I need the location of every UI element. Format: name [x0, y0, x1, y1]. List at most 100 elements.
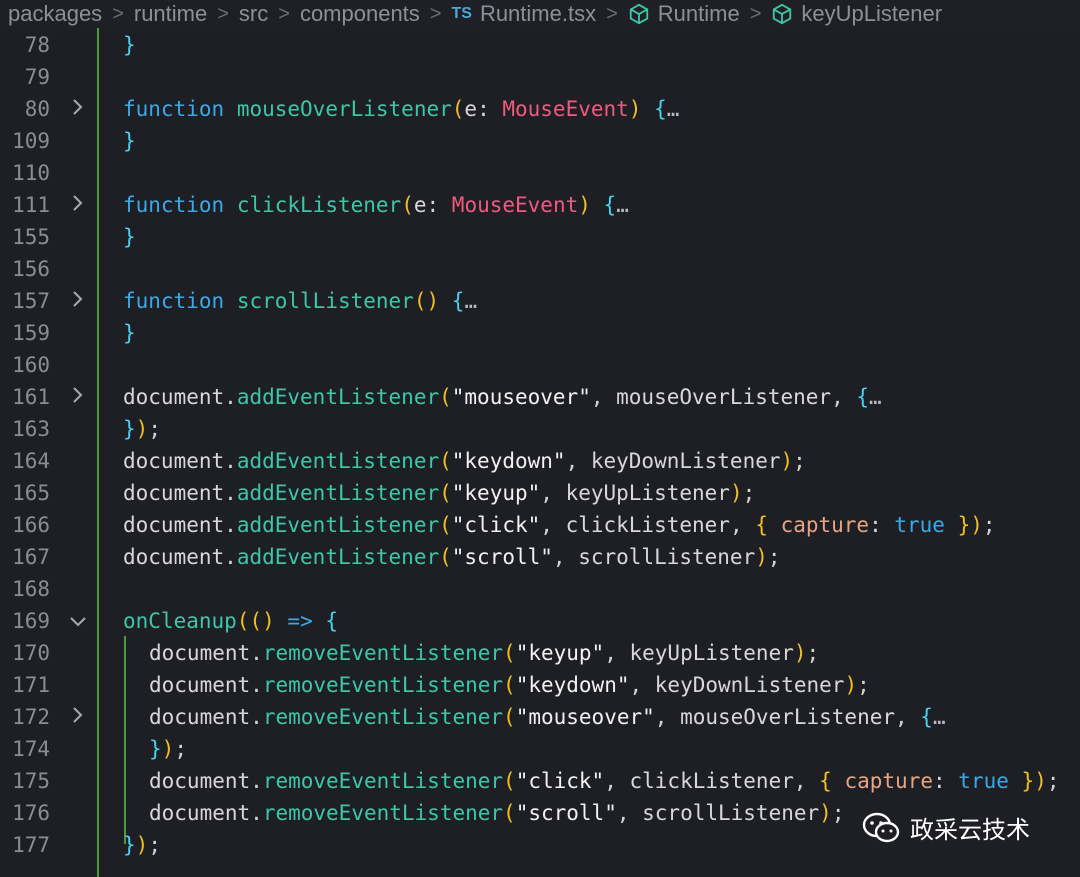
cube-icon	[773, 3, 792, 25]
code-line[interactable]: 165 document.addEventListener("keyup", ke…	[0, 477, 1080, 509]
code-text: onCleanup(() => {	[123, 609, 339, 633]
code-line[interactable]: 167 document.addEventListener("scroll", s…	[0, 541, 1080, 573]
line-number: 177	[12, 833, 50, 857]
line-number: 155	[12, 225, 50, 249]
code-line[interactable]: 109}	[0, 125, 1080, 157]
chevron-right-icon: >	[217, 2, 229, 25]
typescript-file-icon: TS	[451, 5, 472, 22]
chevron-right-icon: >	[429, 2, 442, 25]
code-line[interactable]: 168	[0, 573, 1080, 605]
code-line[interactable]: 169 onCleanup(() => {	[0, 605, 1080, 637]
watermark: 政采云技术	[862, 810, 1030, 845]
code-text: document.removeEventListener("mouseover"…	[149, 705, 946, 729]
code-line[interactable]: 159}	[0, 317, 1080, 349]
line-number: 80	[24, 97, 50, 121]
code-text: }	[123, 321, 136, 345]
code-line[interactable]: 110	[0, 157, 1080, 189]
code-line[interactable]: 157 function scrollListener() {…	[0, 285, 1080, 317]
breadcrumb-symbol-label: Runtime	[657, 1, 740, 26]
code-line[interactable]: 160	[0, 349, 1080, 381]
line-number: 159	[12, 321, 50, 345]
fold-collapsed-icon[interactable]	[68, 705, 88, 729]
fold-collapsed-icon[interactable]	[68, 97, 88, 121]
line-number: 111	[12, 193, 50, 217]
line-number: 175	[12, 769, 50, 793]
chevron-right-icon: >	[606, 2, 618, 25]
code-text: });	[149, 737, 187, 761]
line-number: 171	[12, 673, 50, 697]
watermark-label: 政采云技术	[910, 816, 1030, 844]
breadcrumb-item-symbol-runtime[interactable]: Runtime	[628, 1, 740, 27]
code-line[interactable]: 164 document.addEventListener("keydown", …	[0, 445, 1080, 477]
code-text: }	[123, 129, 136, 153]
code-text: document.removeEventListener("click", cl…	[149, 769, 1060, 793]
breadcrumb-item-packages[interactable]: packages	[0, 1, 102, 27]
line-number: 79	[24, 65, 50, 89]
chevron-right-icon: >	[278, 2, 290, 25]
line-number: 157	[12, 289, 50, 313]
code-text: function mouseOverListener(e: MouseEvent…	[123, 97, 680, 121]
breadcrumb-item-file[interactable]: TS Runtime.tsx	[451, 1, 596, 27]
cube-icon	[629, 3, 648, 25]
line-number: 166	[12, 513, 50, 537]
breadcrumb-item-components[interactable]: components	[300, 1, 420, 27]
line-number: 176	[12, 801, 50, 825]
line-number: 156	[12, 257, 50, 281]
line-number: 164	[12, 449, 50, 473]
line-number: 172	[12, 705, 50, 729]
code-line[interactable]: 174});	[0, 733, 1080, 765]
line-number: 165	[12, 481, 50, 505]
code-line[interactable]: 163});	[0, 413, 1080, 445]
breadcrumb-symbol-label: keyUpListener	[801, 1, 943, 26]
fold-collapsed-icon[interactable]	[68, 385, 88, 409]
line-number: 170	[12, 641, 50, 665]
code-line[interactable]: 170 document.removeEventListener("keyup",…	[0, 637, 1080, 669]
code-text: document.addEventListener("mouseover", m…	[123, 385, 882, 409]
code-text: });	[123, 417, 161, 441]
line-number: 78	[24, 33, 50, 57]
fold-collapsed-icon[interactable]	[68, 193, 88, 217]
code-text: document.addEventListener("scroll", scro…	[123, 545, 781, 569]
code-line[interactable]: 175 document.removeEventListener("click",…	[0, 765, 1080, 797]
breadcrumb: packages > runtime > src > components > …	[0, 0, 1080, 28]
code-text: }	[123, 225, 136, 249]
code-line[interactable]: 111 function clickListener(e: MouseEvent)…	[0, 189, 1080, 221]
breadcrumb-item-src[interactable]: src	[239, 1, 268, 27]
code-line[interactable]: 161 document.addEventListener("mouseover"…	[0, 381, 1080, 413]
breadcrumb-item-runtime[interactable]: runtime	[134, 1, 207, 27]
code-text: document.removeEventListener("keydown", …	[149, 673, 870, 697]
code-editor[interactable]: 78} 79 80 function mouseOverListener(e: Mou…	[0, 28, 1080, 877]
line-number: 167	[12, 545, 50, 569]
code-line[interactable]: 155}	[0, 221, 1080, 253]
line-number: 109	[12, 129, 50, 153]
fold-collapsed-icon[interactable]	[68, 289, 88, 313]
code-text: document.addEventListener("click", click…	[123, 513, 996, 537]
code-text: document.addEventListener("keydown", key…	[123, 449, 806, 473]
code-line[interactable]: 171 document.removeEventListener("keydown…	[0, 669, 1080, 701]
chevron-right-icon: >	[112, 2, 124, 25]
code-text: document.addEventListener("keyup", keyUp…	[123, 481, 756, 505]
code-text: function clickListener(e: MouseEvent) {…	[123, 193, 629, 217]
line-number: 168	[12, 577, 50, 601]
code-text: });	[123, 833, 161, 857]
line-number: 163	[12, 417, 50, 441]
code-line[interactable]: 172 document.removeEventListener("mouseov…	[0, 701, 1080, 733]
fold-expanded-icon[interactable]	[68, 609, 88, 633]
code-line[interactable]: 156	[0, 253, 1080, 285]
code-text: function scrollListener() {…	[123, 289, 478, 313]
chevron-right-icon: >	[749, 2, 762, 25]
line-number: 160	[12, 353, 50, 377]
code-line[interactable]: 78}	[0, 29, 1080, 61]
code-text: }	[123, 33, 136, 57]
code-text: document.removeEventListener("keyup", ke…	[149, 641, 820, 665]
line-number: 174	[12, 737, 50, 761]
line-number: 169	[12, 609, 50, 633]
wechat-icon	[862, 812, 900, 842]
breadcrumb-file-label: Runtime.tsx	[479, 1, 597, 26]
breadcrumb-item-symbol-keyuplistener[interactable]: keyUpListener	[771, 1, 942, 27]
line-number: 161	[12, 385, 50, 409]
code-text: document.removeEventListener("scroll", s…	[149, 801, 845, 825]
code-line[interactable]: 166 document.addEventListener("click", cl…	[0, 509, 1080, 541]
code-line[interactable]: 80 function mouseOverListener(e: MouseEve…	[0, 93, 1080, 125]
code-line[interactable]: 79	[0, 61, 1080, 93]
